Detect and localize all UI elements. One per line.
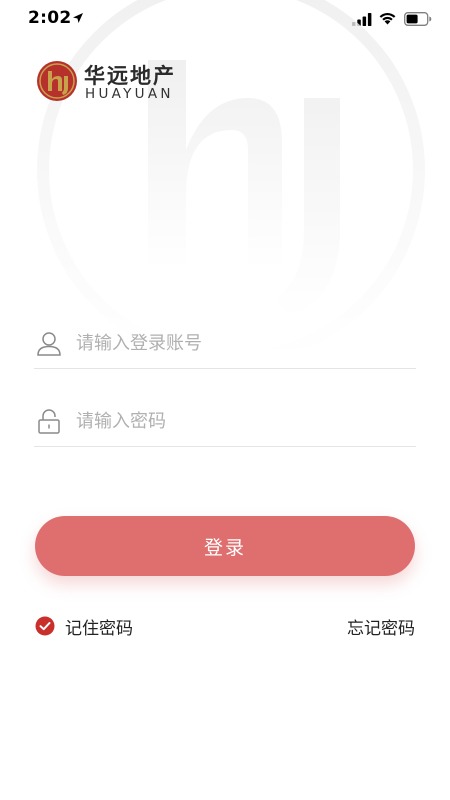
forgot-password-link[interactable]: 忘记密码 [347,614,415,639]
account-field [34,318,416,369]
account-input[interactable] [74,324,408,362]
password-input[interactable] [74,402,408,440]
remember-password-label: 记住密码 [65,619,133,639]
brand-name-en: HUAYUAN [85,86,174,102]
lock-icon [36,408,62,438]
password-field [34,396,416,447]
huayuan-logo-icon [37,61,77,101]
checkmark-icon[interactable] [35,616,55,640]
user-icon [36,330,62,360]
login-button[interactable]: 登录 [35,516,415,576]
background-logo-watermark [37,0,425,364]
